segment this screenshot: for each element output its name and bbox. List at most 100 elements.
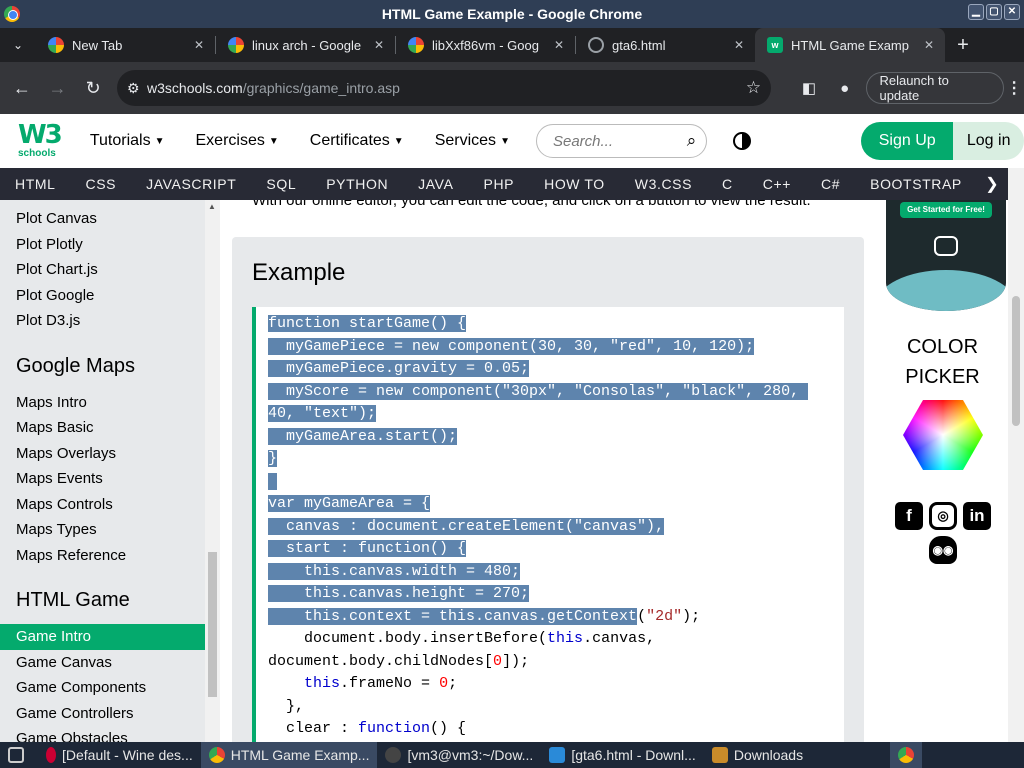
url-host: w3schools.com [147, 80, 243, 96]
side-panel-icon[interactable]: ◧ [791, 70, 827, 106]
ad-banner[interactable]: Get Started for Free! [886, 200, 1006, 311]
profile-icon[interactable]: ● [827, 70, 863, 106]
sidebar-item-maps-intro[interactable]: Maps Intro [0, 390, 205, 416]
back-button[interactable]: ← [4, 70, 40, 106]
dark-mode-toggle-icon[interactable] [733, 132, 752, 150]
close-tab-icon[interactable]: ✕ [189, 38, 209, 52]
close-tab-icon[interactable]: ✕ [549, 38, 569, 52]
menu-exercises[interactable]: Exercises ▼ [196, 132, 279, 150]
topnav-c[interactable]: C [707, 176, 748, 192]
minimize-button[interactable]: ▁ [968, 4, 984, 20]
sidebar-item-plot-chartjs[interactable]: Plot Chart.js [0, 257, 205, 283]
topnav-sql[interactable]: SQL [251, 176, 311, 192]
chevron-down-icon: ⌄ [12, 38, 24, 52]
taskbar-item-chrome[interactable]: HTML Game Examp... [200, 742, 378, 768]
forward-button[interactable]: → [40, 70, 76, 106]
close-tab-icon[interactable]: ✕ [369, 38, 389, 52]
site-info-icon[interactable]: ⚙ [127, 80, 147, 97]
tab-search-button[interactable]: ⌄ [0, 28, 36, 62]
log-in-button[interactable]: Log in [953, 122, 1024, 160]
color-picker-title[interactable]: COLOR PICKER [877, 332, 1008, 392]
w3schools-logo[interactable]: W3 schools [16, 114, 79, 168]
close-tab-icon[interactable]: ✕ [729, 38, 749, 52]
topnav-cpp[interactable]: C++ [748, 176, 806, 192]
taskbar-item-vscode[interactable]: [gta6.html - Downl... [541, 742, 704, 768]
topnav-html[interactable]: HTML [0, 176, 71, 192]
maximize-button[interactable]: ▢ [986, 4, 1002, 20]
google-icon [408, 37, 424, 53]
reload-button[interactable]: ↻ [75, 70, 111, 106]
sidebar-item-plot-google[interactable]: Plot Google [0, 283, 205, 309]
site-search-input[interactable]: Search... ⌕ [535, 124, 708, 158]
sidebar-item-maps-reference[interactable]: Maps Reference [0, 543, 205, 569]
topnav-css[interactable]: CSS [71, 176, 132, 192]
topnav-javascript[interactable]: JAVASCRIPT [131, 176, 251, 192]
discord-icon[interactable]: ◉◉ [929, 536, 957, 564]
sidebar-item-plot-canvas[interactable]: Plot Canvas [0, 206, 205, 232]
tab-html-game-example[interactable]: w HTML Game Examp ✕ [755, 28, 945, 62]
facebook-icon[interactable]: f [895, 502, 923, 530]
page-scroll-thumb[interactable] [1012, 296, 1020, 426]
taskbar-label: HTML Game Examp... [230, 747, 370, 763]
sidebar-item-maps-basic[interactable]: Maps Basic [0, 415, 205, 441]
sign-up-button[interactable]: Sign Up [861, 122, 954, 160]
topnav-python[interactable]: PYTHON [311, 176, 403, 192]
menu-services[interactable]: Services ▼ [435, 132, 510, 150]
color-picker-line1: COLOR [906, 336, 979, 358]
code-line: myGamePiece = new component(30, 30, "red… [268, 337, 755, 355]
new-tab-button[interactable]: + [945, 34, 981, 57]
sidebar-scrollbar[interactable]: ▲ [205, 200, 220, 742]
chrome-icon [898, 747, 914, 763]
relaunch-button[interactable]: Relaunch to update [866, 72, 1005, 104]
chevron-right-icon[interactable]: ❯ [976, 168, 1008, 200]
sidebar-item-maps-events[interactable]: Maps Events [0, 466, 205, 492]
close-window-button[interactable]: ✕ [1004, 4, 1020, 20]
sidebar-item-maps-overlays[interactable]: Maps Overlays [0, 441, 205, 467]
topnav-w3css[interactable]: W3.CSS [620, 176, 707, 192]
taskbar-item-wine[interactable]: [Default - Wine des... [38, 742, 201, 768]
bookmark-star-icon[interactable]: ☆ [746, 78, 761, 98]
topnav-csharp[interactable]: C# [806, 176, 855, 192]
sidebar-item-game-obstacles[interactable]: Game Obstacles [0, 726, 205, 742]
sidebar-item-plot-d3[interactable]: Plot D3.js [0, 308, 205, 334]
logo-schools: schools [18, 148, 56, 159]
tab-gta6[interactable]: gta6.html ✕ [576, 28, 755, 62]
sidebar-item-game-canvas[interactable]: Game Canvas [0, 650, 205, 676]
tab-new-tab[interactable]: New Tab ✕ [36, 28, 215, 62]
more-menu-icon[interactable]: ⋮ [1004, 78, 1024, 98]
search-icon[interactable]: ⌕ [687, 131, 697, 151]
topnav-howto[interactable]: HOW TO [529, 176, 620, 192]
sidebar-item-game-controllers[interactable]: Game Controllers [0, 701, 205, 727]
sidebar-item-maps-types[interactable]: Maps Types [0, 517, 205, 543]
sidebar-item-game-components[interactable]: Game Components [0, 675, 205, 701]
menu-label: Services [434, 132, 497, 149]
sidebar-item-game-intro[interactable]: Game Intro [0, 624, 205, 650]
intro-text: With our online editor, you can edit the… [252, 200, 811, 209]
menu-certificates[interactable]: Certificates ▼ [310, 132, 404, 150]
sidebar-scroll-thumb[interactable] [208, 552, 217, 697]
taskbar-label: [vm3@vm3:~/Dow... [407, 747, 534, 763]
instagram-icon[interactable]: ◎ [929, 502, 957, 530]
color-hexagon-icon[interactable] [903, 400, 983, 470]
taskbar-item-downloads[interactable]: Downloads [704, 742, 811, 768]
topnav-bootstrap[interactable]: BOOTSTRAP [855, 176, 977, 192]
topnav-php[interactable]: PHP [469, 176, 530, 192]
topnav-java[interactable]: JAVA [403, 176, 468, 192]
tab-linux-arch[interactable]: linux arch - Google ✕ [216, 28, 395, 62]
scroll-up-icon[interactable]: ▲ [208, 202, 216, 211]
menu-tutorials[interactable]: Tutorials ▼ [90, 132, 165, 150]
tab-libxxf86vm[interactable]: libXxf86vm - Goog ✕ [396, 28, 575, 62]
window-titlebar: HTML Game Example - Google Chrome ▁ ▢ ✕ [0, 0, 1024, 28]
linkedin-icon[interactable]: in [963, 502, 991, 530]
show-desktop-button[interactable] [0, 742, 38, 768]
page-scrollbar[interactable] [1008, 168, 1024, 742]
taskbar-item-terminal[interactable]: [vm3@vm3:~/Dow... [377, 742, 541, 768]
close-tab-icon[interactable]: ✕ [919, 38, 939, 52]
address-bar[interactable]: ⚙ w3schools.com/graphics/game_intro.asp … [117, 70, 772, 106]
sidebar-item-maps-controls[interactable]: Maps Controls [0, 492, 205, 518]
sidebar-item-plot-plotly[interactable]: Plot Plotly [0, 232, 205, 258]
code-block[interactable]: function startGame() { myGamePiece = new… [252, 307, 844, 742]
taskbar-tray-chrome[interactable] [890, 742, 922, 768]
window-title: HTML Game Example - Google Chrome [381, 6, 643, 22]
topic-nav: HTML CSS JAVASCRIPT SQL PYTHON JAVA PHP … [0, 168, 1008, 200]
